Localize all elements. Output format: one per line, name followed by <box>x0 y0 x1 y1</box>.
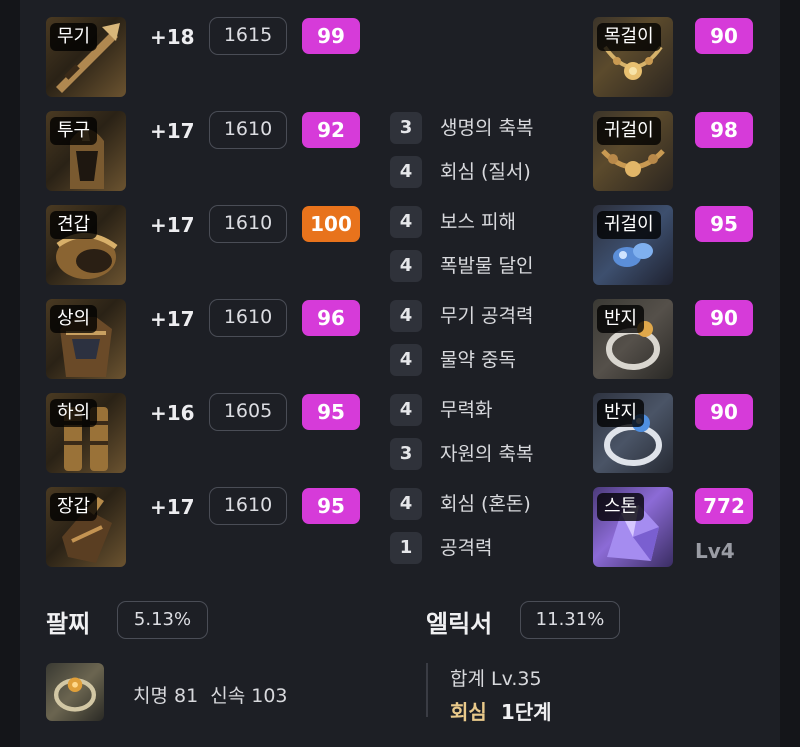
gear-slot-label: 하의 <box>50 399 98 427</box>
quality-badge: 96 <box>302 300 360 336</box>
quality-badge: 90 <box>695 300 753 336</box>
quality-badge: 99 <box>302 18 360 54</box>
quality-badge: 90 <box>695 394 753 430</box>
engraving-item[interactable]: 4 회심 (질서) <box>390 156 590 188</box>
engraving-name: 무력화 <box>440 399 493 421</box>
engraving-name: 폭발물 달인 <box>440 255 534 277</box>
elixir-title: 엘릭서 <box>426 610 493 638</box>
item-level: 1610 <box>209 205 287 243</box>
item-level: 1610 <box>209 111 287 149</box>
gear-slot-label: 투구 <box>50 117 98 145</box>
quality-badge: 95 <box>302 488 360 524</box>
quality-badge: 92 <box>302 112 360 148</box>
enhance-level: +18 <box>150 25 195 49</box>
item-level: 1610 <box>209 299 287 337</box>
gear-slot-label: 상의 <box>50 305 98 333</box>
stone-slot-label: 스톤 <box>597 493 645 521</box>
accessory-slot-label: 반지 <box>597 399 645 427</box>
elixir-set: 회심 1단계 <box>450 696 552 725</box>
engraving-item[interactable]: 4 보스 피해 <box>390 206 590 238</box>
quality-badge: 100 <box>302 206 360 242</box>
gear-row[interactable]: 상의 +17 1610 96 <box>46 299 366 379</box>
enhance-level: +17 <box>150 213 195 237</box>
engraving-name: 자원의 축복 <box>440 443 534 465</box>
engraving-name: 회심 (질서) <box>440 161 531 183</box>
bracelet-percent: 5.13% <box>117 601 208 639</box>
engraving-item[interactable]: 4 무력화 <box>390 394 590 426</box>
engraving-item[interactable]: 4 회심 (혼돈) <box>390 488 590 520</box>
quality-badge: 95 <box>695 206 753 242</box>
enhance-level: +16 <box>150 401 195 425</box>
engraving-list: 3 생명의 축복 4 회심 (질서) 4 보스 피해 4 폭발물 달인 4 무기… <box>390 112 590 572</box>
engraving-item[interactable]: 4 폭발물 달인 <box>390 250 590 282</box>
enhance-level: +17 <box>150 495 195 519</box>
gear-slot-label: 무기 <box>50 23 98 51</box>
engraving-level: 4 <box>390 156 422 188</box>
accessory-row[interactable]: 귀걸이 98 <box>593 111 755 191</box>
ability-stone-row[interactable]: 스톤 772 Lv4 <box>593 487 755 567</box>
accessory-slot-label: 귀걸이 <box>597 117 661 145</box>
bracelet-stats: 치명 81 신속 103 <box>133 685 288 707</box>
engraving-item[interactable]: 1 공격력 <box>390 532 590 564</box>
engraving-item[interactable]: 4 물약 중독 <box>390 344 590 376</box>
equipment-panel: 무기 +18 1615 99 투구 +17 1610 92 견갑 +17 161… <box>20 0 780 747</box>
engraving-level: 3 <box>390 112 422 144</box>
elixir-total: 합계 Lv.35 <box>450 668 542 690</box>
bracelet-title: 팔찌 <box>46 610 91 638</box>
engraving-level: 4 <box>390 206 422 238</box>
engraving-level: 4 <box>390 250 422 282</box>
accessory-slot-label: 반지 <box>597 305 645 333</box>
engraving-name: 공격력 <box>440 537 493 559</box>
item-level: 1605 <box>209 393 287 431</box>
gear-row[interactable]: 견갑 +17 1610 100 <box>46 205 366 285</box>
elixir-set-stage: 1단계 <box>500 700 552 724</box>
item-level: 1610 <box>209 487 287 525</box>
bracelet-icon[interactable] <box>46 663 104 721</box>
engraving-name: 물약 중독 <box>440 349 516 371</box>
engraving-name: 생명의 축복 <box>440 117 534 139</box>
engraving-item[interactable]: 3 자원의 축복 <box>390 438 590 470</box>
accessory-slot-label: 귀걸이 <box>597 211 661 239</box>
engraving-level: 1 <box>390 532 422 564</box>
accessory-row[interactable]: 목걸이 90 <box>593 17 755 97</box>
quality-badge: 95 <box>302 394 360 430</box>
engraving-item[interactable]: 3 생명의 축복 <box>390 112 590 144</box>
accessory-row[interactable]: 반지 90 <box>593 299 755 379</box>
engraving-name: 보스 피해 <box>440 211 516 233</box>
item-level: 1615 <box>209 17 287 55</box>
enhance-level: +17 <box>150 119 195 143</box>
engraving-name: 회심 (혼돈) <box>440 493 531 515</box>
engraving-item[interactable]: 4 무기 공격력 <box>390 300 590 332</box>
gear-slot-label: 장갑 <box>50 493 98 521</box>
engraving-level: 4 <box>390 394 422 426</box>
engraving-level: 3 <box>390 438 422 470</box>
gear-row[interactable]: 무기 +18 1615 99 <box>46 17 366 97</box>
accessory-row[interactable]: 귀걸이 95 <box>593 205 755 285</box>
gear-row[interactable]: 투구 +17 1610 92 <box>46 111 366 191</box>
stone-value-badge: 772 <box>695 488 753 524</box>
engraving-level: 4 <box>390 300 422 332</box>
stone-level: Lv4 <box>695 539 735 563</box>
elixir-set-name: 회심 <box>450 700 487 724</box>
gear-row[interactable]: 하의 +16 1605 95 <box>46 393 366 473</box>
gear-row[interactable]: 장갑 +17 1610 95 <box>46 487 366 567</box>
enhance-level: +17 <box>150 307 195 331</box>
quality-badge: 90 <box>695 18 753 54</box>
engraving-name: 무기 공격력 <box>440 305 534 327</box>
accessory-slot-label: 목걸이 <box>597 23 661 51</box>
engraving-level: 4 <box>390 344 422 376</box>
engraving-level: 4 <box>390 488 422 520</box>
elixir-percent: 11.31% <box>520 601 620 639</box>
divider <box>426 663 428 717</box>
quality-badge: 98 <box>695 112 753 148</box>
gear-slot-label: 견갑 <box>50 211 98 239</box>
accessory-row[interactable]: 반지 90 <box>593 393 755 473</box>
